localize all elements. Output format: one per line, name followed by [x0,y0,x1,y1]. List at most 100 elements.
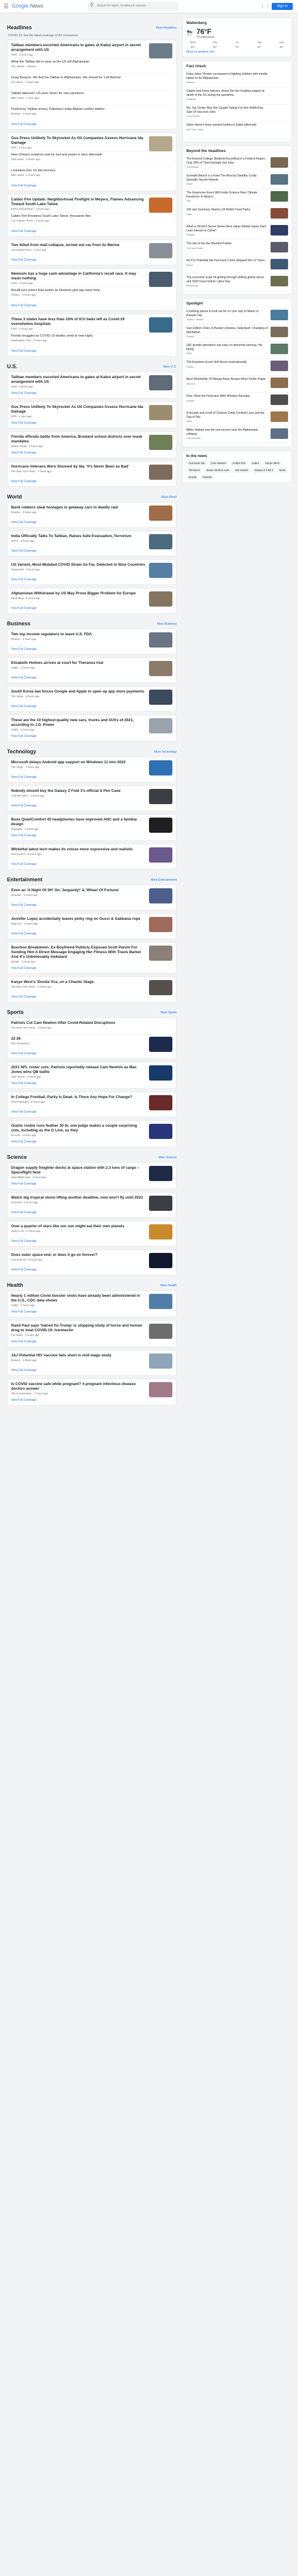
section-title[interactable]: Health [7,1282,23,1288]
section-more-link[interactable]: More World [161,496,176,499]
article-thumbnail[interactable] [149,690,172,705]
full-coverage-link[interactable]: View Full Coverage [11,804,172,808]
article[interactable]: Newsom has a huge cash advantage in Cali… [11,272,172,287]
article-thumbnail[interactable] [149,818,172,833]
article-headline[interactable]: Caldor Fire Update: Neighborhood Firefig… [11,198,145,207]
full-coverage-link[interactable]: View Full Coverage [11,1239,172,1243]
article-headline[interactable]: Louisiana Gov. on Ida recovery [11,169,172,173]
sidebar-article-thumbnail[interactable] [271,191,288,202]
article[interactable]: 2021 NFL roster cuts: Patriots reportedl… [11,1065,172,1081]
sidebar-article[interactable]: SAT growth operations ask early on demen… [186,342,288,359]
article[interactable]: Doug Burgum: We fled the Taliban in Afgh… [11,76,172,90]
sidebar-article-thumbnail[interactable] [271,310,288,320]
article-headline[interactable]: Newsom has a huge cash advantage in Cali… [11,272,145,281]
search-icon[interactable]: ⚲ [90,2,93,8]
sidebar-article-headline[interactable]: 100 and Summary Stormy Lift Mobile Food … [186,208,268,212]
sidebar-article[interactable]: Millen Nalepa was the one person near th… [186,427,288,444]
article-headline[interactable]: What the Taliban did to save us the US l… [11,60,172,64]
article[interactable]: Caldor Fire Update: Neighborhood Firefig… [11,198,172,213]
topic-chip[interactable]: Patriots [200,475,214,480]
article-headline[interactable]: Does outer space end, or does it go on f… [11,1253,145,1258]
sidebar-article[interactable]: The Everest College Students According t… [186,155,288,172]
full-coverage-link[interactable]: View Full Coverage [11,521,172,524]
sidebar-article-headline[interactable]: Ivan Edition Cities: A Plaster's Review,… [186,327,268,334]
article-headline[interactable]: Dragon supply freighter docks at space s… [11,1166,145,1175]
article-thumbnail[interactable] [149,563,172,578]
article[interactable]: Two killed from mall collapse, turned ou… [11,243,172,258]
article[interactable]: Bourbon Breakdown: Ex-Boyfriend Publicly… [11,946,172,965]
full-coverage-link[interactable]: View Full Coverage [11,1110,172,1114]
full-coverage-link[interactable]: View Full Coverage [11,451,172,455]
article-thumbnail[interactable] [149,718,172,733]
article-headline[interactable]: Patriots Cut Cam Newton After Covid-Rela… [11,1021,172,1026]
article-thumbnail[interactable] [149,1324,172,1339]
sidebar-article-headline[interactable]: SAT growth operations ask early on demen… [186,344,268,351]
article[interactable]: Taliban takeover: US sees 'drum' for new… [11,92,172,106]
sidebar-article[interactable]: How I Beat the Hurricane With Whiskey Re… [186,393,288,410]
apps-grid-icon[interactable]: ⋮⋮ [260,3,271,9]
article[interactable]: Jennifer Lopez accidentally leaves pinky… [11,917,172,932]
full-coverage-link[interactable]: View Full Coverage [11,863,172,866]
article[interactable]: Bose QuietComfort 45 headphones have imp… [11,818,172,833]
sidebar-article[interactable]: Ivan Edition Cities: A Plaster's Review,… [186,325,288,342]
section-more-link[interactable]: More Business [157,622,176,626]
article[interactable]: Dragon supply freighter docks at space s… [11,1166,172,1181]
sidebar-article-headline[interactable]: False claim: Photos correspond to fighti… [186,72,268,80]
sidebar-article-thumbnail[interactable] [271,428,288,439]
article-headline[interactable]: These are the 10 highest-quality new car… [11,718,145,728]
sidebar-article-thumbnail[interactable] [271,411,288,422]
article-headline[interactable]: Nearly 1 million Covid booster shots hav… [11,1294,145,1303]
article[interactable]: Kanye West's 'Donda' Era, on a Chaotic S… [11,980,172,995]
article[interactable]: Nearly 1 million Covid booster shots hav… [11,1294,172,1309]
full-coverage-link[interactable]: View Full Coverage [11,1082,172,1085]
app-logo[interactable]: Google News [12,3,43,9]
sidebar-article-headline[interactable]: What is SEGA's Secret Series Best Japan … [186,225,268,233]
article-thumbnail[interactable] [149,847,172,863]
article-thumbnail[interactable] [149,946,172,961]
article[interactable]: US Variant, Most-Mutated COVID Strain So… [11,563,172,578]
full-coverage-link[interactable]: View Full Coverage [11,1268,172,1272]
article-headline[interactable]: Florida officials battle from America, B… [11,435,145,444]
article-thumbnail[interactable] [149,1095,172,1110]
article-headline[interactable]: Gus Press Unlikely To Skyrocket As Oil C… [11,405,145,414]
sidebar-article-thumbnail[interactable] [271,378,288,388]
section-title[interactable]: Science [7,1154,27,1160]
article-thumbnail[interactable] [149,632,172,648]
full-coverage-link[interactable]: View Full Coverage [11,1369,172,1372]
section-title[interactable]: Business [7,621,30,626]
article-thumbnail[interactable] [149,1253,172,1268]
article-thumbnail[interactable] [149,760,172,775]
full-coverage-link[interactable]: View Full Coverage [11,705,172,708]
sidebar-article-thumbnail[interactable] [271,225,288,236]
sidebar-article[interactable]: 5 packing places to look out for on your… [186,308,288,325]
section-more-link[interactable]: More U.S. [163,365,176,369]
article-headline[interactable]: Two killed from mall collapse, turned ou… [11,243,145,248]
article[interactable]: Nobody should buy the Galaxy Z Fold 3's … [11,789,172,804]
article[interactable]: Does outer space end, or does it go on f… [11,1253,172,1268]
sidebar-article-headline[interactable]: Most Worthwhile Of Midcap Basic Bruises … [186,378,268,382]
article-headline[interactable]: Recall race enters final weeks as Newsom… [11,289,172,293]
article-headline[interactable]: New Orleans residents wait for fuel and … [11,153,172,157]
sidebar-article[interactable]: Most Worthwhile Of Midcap Basic Bruises … [186,376,288,393]
sidebar-article[interactable]: What is SEGA's Secret Series Best Japan … [186,223,288,240]
topic-chip[interactable]: Galaxy Z Fold 3 [252,468,276,473]
article-headline[interactable]: Florida struggles as COVID-19 deaths cli… [11,334,172,338]
article-headline[interactable]: Caldor Fire threatens South Lake Tahoe; … [11,214,172,219]
sidebar-article-headline[interactable]: How I Beat the Hurricane With Whiskey Re… [186,394,268,399]
full-coverage-link[interactable]: View Full Coverage [11,903,172,907]
section-more-link[interactable]: More Science [158,1156,176,1159]
sidebar-article-headline[interactable]: Millen Nalepa was the one person near th… [186,428,268,436]
sidebar-article-thumbnail[interactable] [271,361,288,371]
topic-chip[interactable]: Hurricane Ida [186,461,207,466]
article-headline[interactable]: Giants rookie runs feather 30 lb, one ju… [11,1124,145,1133]
article-thumbnail[interactable] [149,505,172,521]
sidebar-article[interactable]: No ICU Potential Ida Hurricane Crime Sto… [186,257,288,274]
search-bar[interactable]: ⚲ [88,2,178,11]
article-thumbnail[interactable] [149,243,172,258]
article-thumbnail[interactable] [149,405,172,420]
article-thumbnail[interactable] [149,1124,172,1139]
article-thumbnail[interactable] [149,317,172,333]
sidebar-article-headline[interactable]: The economic scale hit getting through s… [186,276,268,283]
sidebar-article-thumbnail[interactable] [271,174,288,185]
full-coverage-link[interactable]: View Full Coverage [11,549,172,553]
